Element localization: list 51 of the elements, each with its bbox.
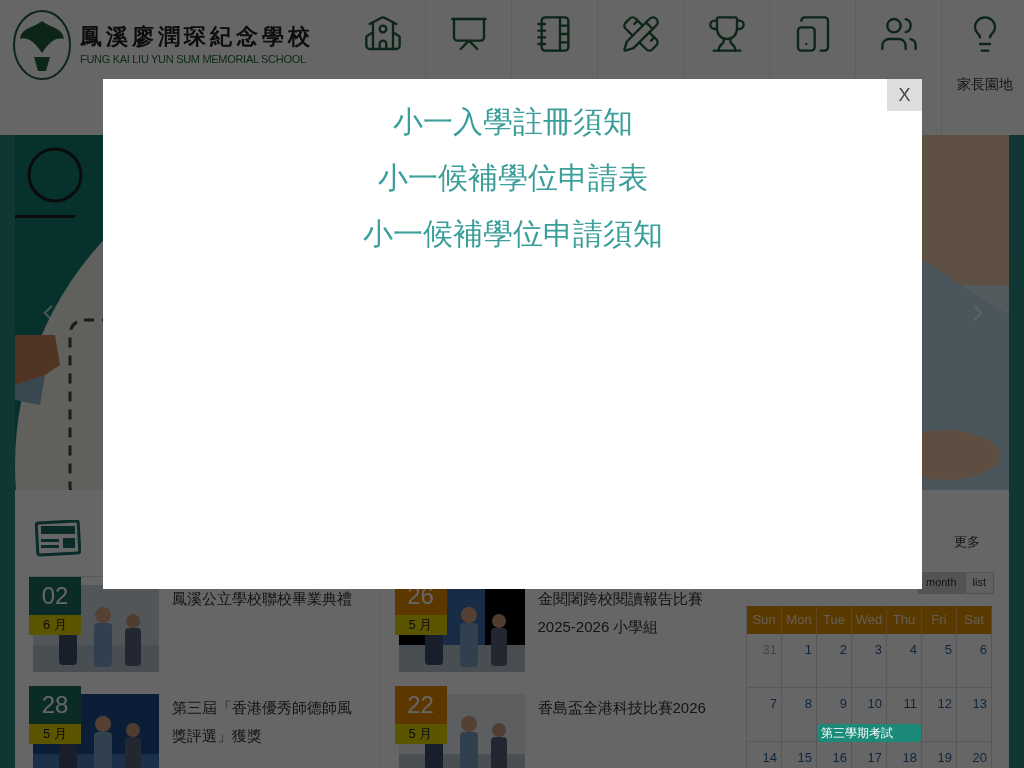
school-name-english: FUNG KAI LIU YUN SUM MEMORIAL SCHOOL [80,51,307,67]
weekday-header: Fri [922,605,957,634]
weekday-header: Wed [852,605,887,634]
calendar-day[interactable]: 6 [957,633,992,670]
calendar-event[interactable]: 第三學期考試 [818,723,921,742]
news-title[interactable]: 鳳溪公立學校聯校畢業典禮 [172,585,364,686]
view-toggle[interactable]: list [964,571,994,594]
calendar-day[interactable]: 10 [852,687,887,724]
close-button[interactable]: X [887,79,922,111]
calendar-day[interactable]: 11 [887,687,922,724]
date-month: 5 月 [29,724,81,744]
date-day: 28 [29,686,81,724]
date-month: 6 月 [29,615,81,635]
news-title[interactable]: 金閱闍跨校閱讀報告比賽2025-2026 小學組 [537,585,730,686]
calendar-day[interactable]: 13 [957,687,992,724]
weekday-header: Mon [782,605,817,634]
weekday-header: Sun [747,605,782,634]
date-day: 22 [394,686,447,724]
date-month: 5 月 [394,724,447,744]
modal-link[interactable]: 小一候補學位申請須知 [362,216,663,252]
calendar-day[interactable]: 18 [887,741,922,768]
date-day: 02 [29,577,81,615]
calendar-day[interactable]: 3 [852,633,887,670]
modal-link[interactable]: 小一入學註冊須知 [392,104,633,140]
calendar-day[interactable]: 16 [817,741,852,768]
calendar-day[interactable]: 9 [817,687,852,724]
calendar-day[interactable]: 17 [852,741,887,768]
calendar-day[interactable]: 8 [782,687,817,724]
school-name: 鳳溪廖潤琛紀念學校 [80,23,314,51]
logo-icon [12,9,72,81]
calendar-day[interactable]: 15 [782,741,817,768]
calendar-day[interactable]: 1 [782,633,817,670]
calendar-day[interactable]: 2 [817,633,852,670]
modal-link[interactable]: 小一候補學位申請表 [377,160,648,196]
trophy-icon[interactable] [706,14,747,54]
calendar-day[interactable]: 14 [747,741,782,768]
calendar-day[interactable]: 12 [922,687,957,724]
news-title[interactable]: 香島盃全港科技比賽2026 [537,694,718,768]
news-title[interactable]: 第三屆「香港優秀師德師風獎評選」獲獎 [172,694,379,768]
nav-link[interactable]: 家長園地 [957,74,1013,95]
weekday-header: Thu [887,605,922,634]
weekday-header: Tue [817,605,852,634]
calendar-day[interactable]: 19 [922,741,957,768]
more-link[interactable]: 更多 [954,532,980,552]
date-month: 5 月 [394,615,447,635]
weekday-header: Sat [957,605,992,634]
calendar-day[interactable]: 5 [922,633,957,670]
calendar-day[interactable]: 4 [887,633,922,670]
calendar-day[interactable]: 7 [747,687,782,724]
news-icon [33,520,81,558]
calendar-day[interactable]: 20 [957,741,992,768]
